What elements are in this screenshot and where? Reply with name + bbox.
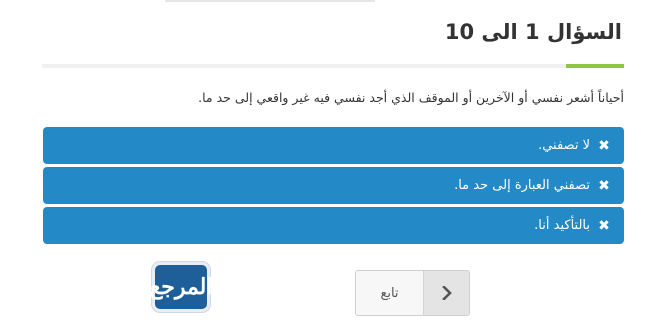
answer-option-3[interactable]: ✖ بالتأكيد أنا. xyxy=(43,207,624,244)
header-divider xyxy=(42,64,624,68)
answer-option-label: تصفني العبارة إلى حد ما. xyxy=(454,178,590,193)
logo-text: المرجع xyxy=(149,274,213,300)
quiz-page: السؤال 1 الى 10 أحياناً أشعر نفسي أو الآ… xyxy=(0,0,657,326)
next-button[interactable]: تابع xyxy=(355,270,470,316)
chevron-right-icon xyxy=(423,271,469,315)
answer-option-label: لا تصفني. xyxy=(538,138,590,153)
answer-options: ✖ لا تصفني. ✖ تصفني العبارة إلى حد ما. ✖… xyxy=(43,127,624,247)
answer-option-label: بالتأكيد أنا. xyxy=(534,218,590,233)
answer-option-2[interactable]: ✖ تصفني العبارة إلى حد ما. xyxy=(43,167,624,204)
site-logo: المرجع xyxy=(149,262,213,312)
top-divider xyxy=(165,0,375,2)
next-button-label: تابع xyxy=(356,271,423,315)
close-icon: ✖ xyxy=(598,177,610,194)
page-title: السؤال 1 الى 10 xyxy=(444,20,622,44)
close-icon: ✖ xyxy=(598,217,610,234)
close-icon: ✖ xyxy=(598,137,610,154)
quiz-header: السؤال 1 الى 10 xyxy=(42,14,624,54)
header-accent-bar xyxy=(566,64,624,68)
answer-option-1[interactable]: ✖ لا تصفني. xyxy=(43,127,624,164)
question-text: أحياناً أشعر نفسي أو الآخرين أو الموقف ا… xyxy=(198,90,624,105)
